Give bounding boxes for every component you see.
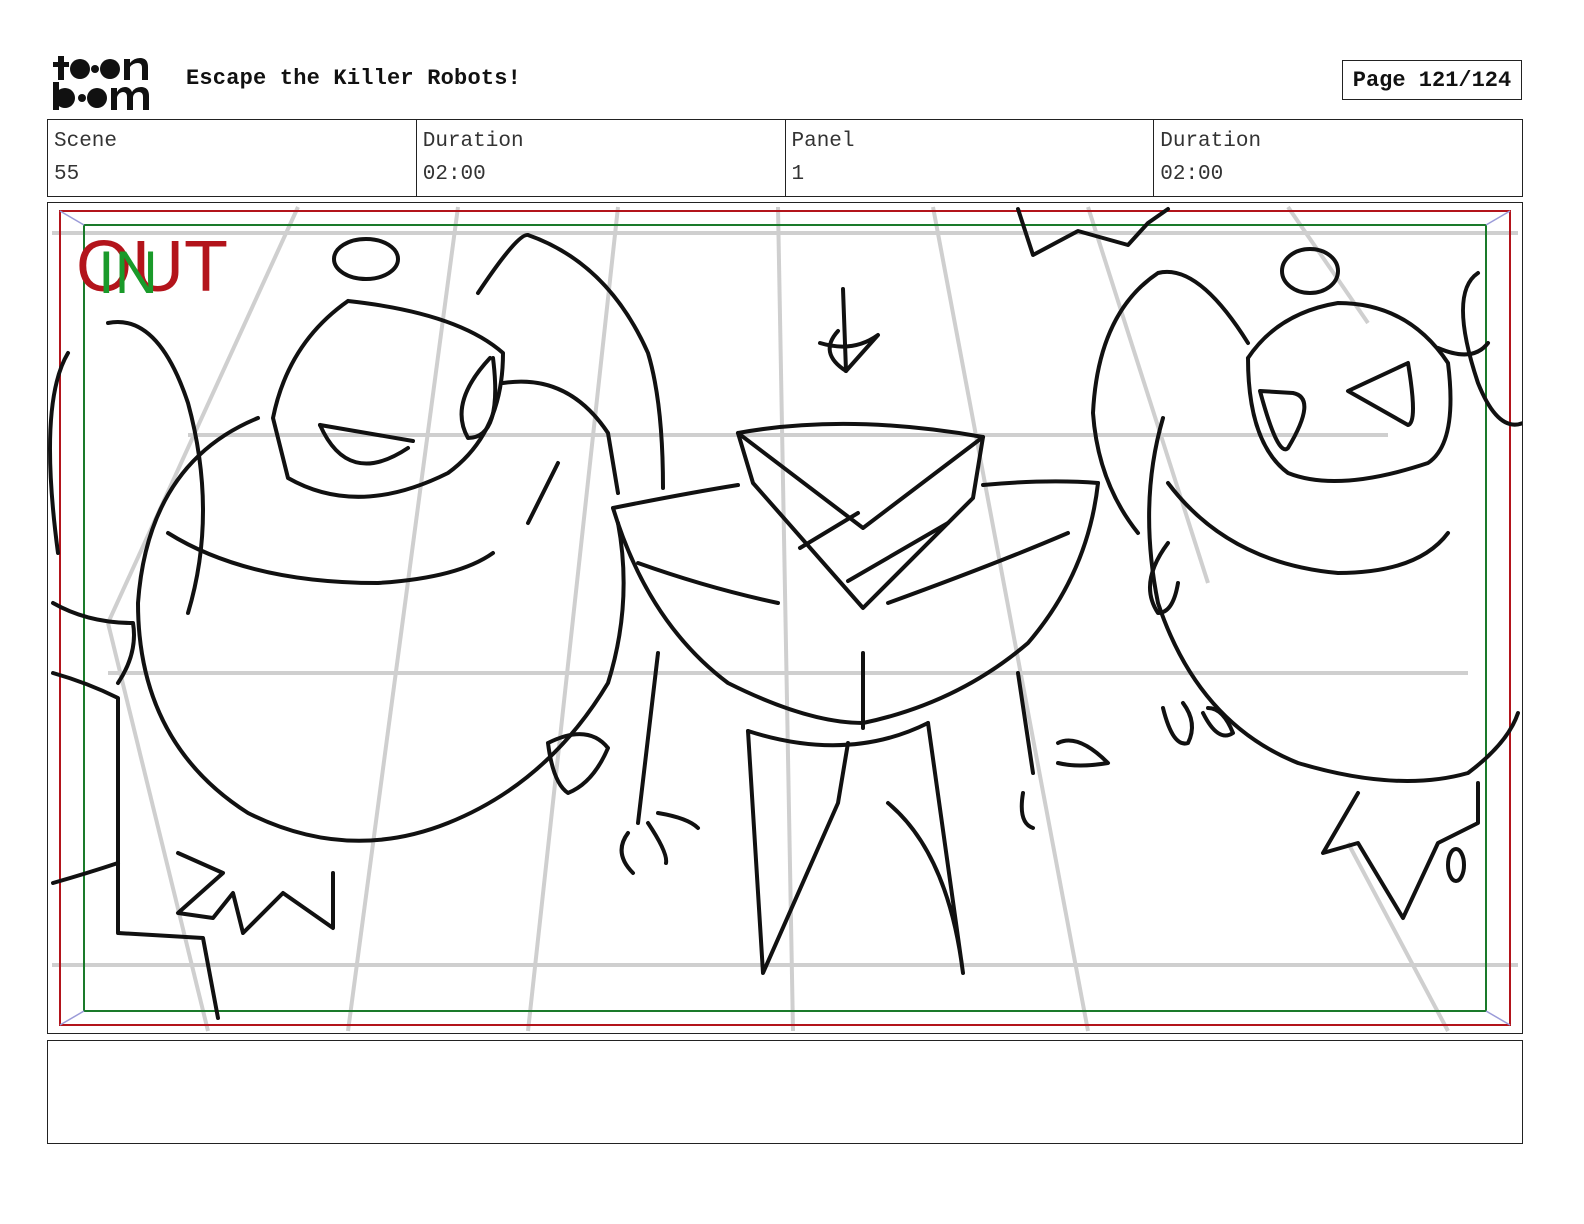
storyboard-sketch bbox=[48, 205, 1522, 1032]
panel-duration-cell: Duration 02:00 bbox=[1154, 120, 1522, 196]
panel-label: Panel bbox=[791, 130, 855, 153]
scene-value: 55 bbox=[54, 163, 80, 186]
panel-duration-label: Duration bbox=[1160, 130, 1262, 153]
storyboard-title: Escape the Killer Robots! bbox=[186, 66, 522, 91]
floor-grid bbox=[52, 205, 1518, 1032]
scene-label: Scene bbox=[54, 130, 118, 153]
panel-duration-value: 02:00 bbox=[1160, 163, 1224, 186]
panel-value: 1 bbox=[791, 163, 805, 186]
middle-robot-sketch bbox=[611, 287, 1110, 975]
page-indicator: Page 121/124 bbox=[1342, 60, 1522, 100]
scene-info-table: Scene 55 Duration 02:00 Panel 1 Duration… bbox=[47, 119, 1523, 197]
scene-cell: Scene 55 bbox=[48, 120, 417, 196]
safe-frame-in-label: IN bbox=[98, 239, 158, 306]
toon-boom-logo bbox=[53, 56, 149, 110]
scene-duration-cell: Duration 02:00 bbox=[417, 120, 786, 196]
scene-duration-label: Duration bbox=[422, 130, 524, 153]
panel-cell: Panel 1 bbox=[786, 120, 1155, 196]
panel-notes-box bbox=[47, 1040, 1523, 1144]
panel-image-frame: OUT IN bbox=[47, 202, 1523, 1034]
scene-duration-value: 02:00 bbox=[422, 163, 486, 186]
right-robot-sketch bbox=[1016, 207, 1522, 920]
